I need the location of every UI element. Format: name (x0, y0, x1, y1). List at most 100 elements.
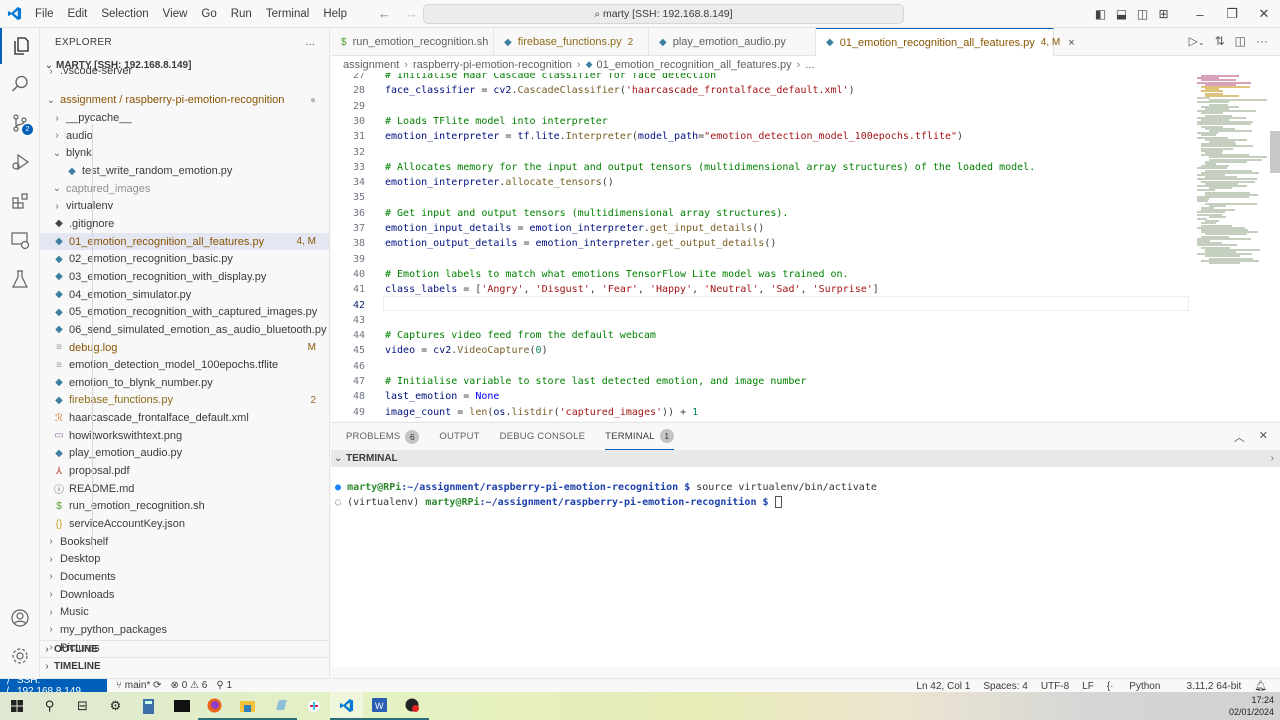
panel-tab-problems[interactable]: PROBLEMS 6 (346, 423, 420, 450)
menu-help[interactable]: Help (316, 0, 354, 28)
tree-folder[interactable]: › Downloads (40, 586, 329, 604)
close-window-button[interactable]: ✕ (1248, 6, 1280, 22)
tree-file[interactable]: ◆ 06_send_simulated_emotion_as_audio_blue… (40, 321, 329, 339)
tree-folder[interactable]: ⌄ blynk (40, 145, 329, 163)
toggle-panel-icon[interactable]: ⬓ (1111, 7, 1132, 21)
run-python-file-icon[interactable]: ▷⌄ (1189, 34, 1205, 48)
ports-indicator[interactable]: ⚲ 1 (216, 680, 232, 691)
tree-file[interactable]: ◆ test_write_random_emotion.py (40, 162, 329, 180)
taskbar-search-icon[interactable]: ⚲ (33, 692, 66, 720)
panel-tab-output[interactable]: OUTPUT (439, 423, 479, 450)
encoding[interactable]: UTF-8 (1041, 681, 1069, 692)
tree-file[interactable]: $ run_emotion_recognition.sh (40, 498, 329, 516)
tree-folder[interactable]: › my_python_packages (40, 621, 329, 639)
tree-folder[interactable]: › .vscode-server (40, 66, 329, 76)
settings-gear-icon[interactable]: ⚙ (99, 692, 132, 720)
activity-source-control[interactable]: 2 (0, 105, 40, 141)
activity-run-debug[interactable] (0, 144, 40, 180)
file-explorer-icon[interactable] (231, 692, 264, 720)
tree-file[interactable]: ◆ 05_emotion_recognition_with_captured_im… (40, 303, 329, 321)
forward-arrow-icon[interactable]: → (405, 6, 418, 21)
remote-indicator[interactable]: ⟩⟨ SSH: 192.168.8.149 (0, 675, 107, 697)
restore-button[interactable]: ❐ (1216, 6, 1248, 22)
vscode-taskbar-icon[interactable] (330, 692, 363, 720)
minimap[interactable] (1193, 73, 1273, 421)
tree-file[interactable]: ◆ 03_emotion_recognition_with_display.py (40, 268, 329, 286)
menu-run[interactable]: Run (224, 0, 259, 28)
tree-file[interactable]: ◆ play_emotion_audio.py (40, 445, 329, 463)
tree-folder[interactable]: › audio (40, 127, 329, 145)
menu-go[interactable]: Go (194, 0, 223, 28)
more-actions-icon[interactable]: ··· (1256, 34, 1268, 48)
tree-folder[interactable]: › virtualenv (40, 198, 329, 216)
cursor-position[interactable]: Ln 42, Col 1 (916, 681, 970, 692)
more-actions-icon[interactable]: ... (306, 37, 315, 48)
outline-section[interactable]: › OUTLINE (40, 640, 329, 657)
tree-file[interactable]: ◆.gitignore (40, 215, 329, 233)
breadcrumb-project[interactable]: raspberry-pi-emotion-recognition (413, 59, 572, 71)
tree-folder[interactable]: › __pycache__ (40, 109, 329, 127)
tree-file[interactable]: ⅄ proposal.pdf (40, 462, 329, 480)
tree-folder[interactable]: ⌄ assignment / raspberry-pi-emotion-recog… (40, 92, 329, 110)
start-windows-icon[interactable] (0, 692, 33, 720)
system-clock[interactable]: 17:24 02/01/2024 (1229, 694, 1274, 718)
command-center-search[interactable]: ⌕ marty [SSH: 192.168.8.149] (423, 4, 904, 24)
notifications-bell-icon[interactable]: 🔔︎ (1254, 681, 1267, 692)
word-icon[interactable]: W (363, 692, 396, 720)
code-editor[interactable]: 27 # Initialise Haar Cascade classifier f… (331, 73, 1280, 421)
python-interpreter[interactable]: 3.11.2 64-bit (1186, 681, 1241, 692)
activity-explorer[interactable] (0, 28, 40, 64)
breadcrumb-file[interactable]: 01_emotion_recognition_all_features.py (597, 59, 792, 71)
tree-file[interactable]: {} serviceAccountKey.json (40, 515, 329, 533)
menu-edit[interactable]: Edit (61, 0, 95, 28)
tree-file[interactable]: ◆ 01_emotion_recognition_all_features.py 4… (40, 232, 329, 251)
tree-file[interactable]: ◆ emotion_to_blynk_number.py (40, 374, 329, 392)
tree-file[interactable]: ⓘ README.md (40, 480, 329, 498)
language-mode[interactable]: {· Python (1107, 681, 1174, 692)
tree-folder[interactable]: › Music (40, 604, 329, 622)
indentation[interactable]: Spaces: 4 (983, 681, 1027, 692)
tree-file[interactable]: ◆ 02_emotion_recognition_basic.py (40, 251, 329, 269)
calculator-icon[interactable] (132, 692, 165, 720)
close-tab-icon[interactable]: × (1068, 37, 1074, 49)
customize-layout-icon[interactable]: ⊞ (1153, 7, 1174, 21)
breadcrumb-symbols[interactable]: ... (805, 59, 814, 71)
maximize-panel-icon[interactable]: ︿ (1234, 429, 1245, 445)
activity-remote-explorer[interactable] (0, 222, 40, 258)
tab-run-emotion-recognition-sh[interactable]: $ run_emotion_recognition.sh (331, 28, 494, 56)
tree-file[interactable]: ℛhaarcascade_frontalface_default.xml (40, 409, 329, 427)
tree-file[interactable]: ≡ emotion_detection_model_100epochs.tflit… (40, 356, 329, 374)
tree-file[interactable]: ▭ howitworkswithtext.png (40, 427, 329, 445)
activity-search[interactable] (0, 66, 40, 102)
back-arrow-icon[interactable]: ← (378, 6, 391, 21)
task-view-icon[interactable]: ⊟ (66, 692, 99, 720)
tab-play-emotion-audio-py[interactable]: ◆ play_emotion_audio.py (649, 28, 816, 56)
toggle-primary-sidebar-icon[interactable]: ◧ (1090, 7, 1111, 21)
menu-terminal[interactable]: Terminal (259, 0, 316, 28)
tree-file[interactable]: ◆ 04_emotion_simulator.py (40, 286, 329, 304)
compare-changes-icon[interactable]: ⇅ (1215, 34, 1225, 48)
tab-firebase-functions-py[interactable]: ◆ firebase_functions.py 2 (494, 28, 649, 56)
breadcrumb-assignment[interactable]: assignment (343, 59, 399, 71)
chevron-right-icon[interactable]: › (1271, 453, 1274, 464)
git-branch[interactable]: ⑂ main* ⟳ (116, 680, 162, 691)
menu-file[interactable]: File (28, 0, 61, 28)
editor-scrollbar-thumb[interactable] (1270, 131, 1280, 173)
activity-accounts[interactable] (0, 600, 40, 636)
split-editor-icon[interactable]: ◫ (1235, 34, 1246, 48)
activity-extensions[interactable] (0, 183, 40, 219)
activity-manage[interactable] (0, 638, 40, 674)
tree-folder[interactable]: › Documents (40, 568, 329, 586)
tree-folder[interactable]: › Desktop (40, 551, 329, 569)
notes-app-icon[interactable] (264, 692, 297, 720)
slack-icon[interactable] (297, 692, 330, 720)
terminal-output[interactable]: ● marty@RPi:~/assignment/raspberry-pi-em… (331, 467, 1280, 667)
tab-01-emotion-recognition-all-features-py[interactable]: ◆ 01_emotion_recognition_all_features.py… (816, 28, 1075, 56)
firefox-icon[interactable] (198, 692, 231, 720)
tree-folder[interactable]: ⌄ captured_images (40, 180, 329, 198)
terminal-app-icon[interactable] (165, 692, 198, 720)
minimize-button[interactable]: – (1184, 7, 1216, 22)
toggle-secondary-sidebar-icon[interactable]: ◫ (1132, 7, 1153, 21)
menu-view[interactable]: View (156, 0, 195, 28)
obs-recorder-icon[interactable] (396, 692, 429, 720)
